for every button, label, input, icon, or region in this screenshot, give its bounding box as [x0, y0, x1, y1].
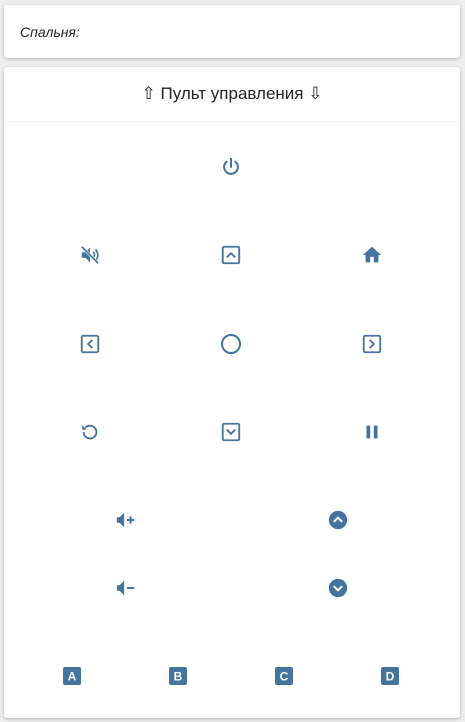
letter-a-box-icon: A — [63, 667, 81, 685]
channel-up-button[interactable] — [318, 500, 358, 540]
button-c[interactable]: C — [264, 656, 304, 696]
replay-icon — [82, 424, 98, 440]
letter-a: A — [68, 670, 77, 684]
power-button[interactable] — [211, 147, 251, 187]
volume-minus-icon — [116, 580, 135, 596]
volume-down-button[interactable] — [106, 568, 146, 608]
remote-card: ⇧ Пульт управления ⇩ A B C D — [4, 67, 460, 718]
button-b[interactable]: B — [158, 656, 198, 696]
mute-button[interactable] — [70, 235, 110, 275]
chevron-left-box-icon — [80, 334, 100, 354]
pause-button[interactable] — [352, 412, 392, 452]
home-icon — [362, 246, 382, 263]
ok-button[interactable] — [211, 324, 251, 364]
up-button[interactable] — [211, 235, 251, 275]
chevron-up-circle-icon — [328, 510, 348, 530]
chevron-right-box-icon — [362, 334, 382, 354]
letter-d-box-icon: D — [381, 667, 399, 685]
chevron-down-box-icon — [221, 422, 241, 442]
volume-up-button[interactable] — [106, 500, 146, 540]
letter-c-box-icon: C — [275, 667, 293, 685]
room-label: Спальня: — [20, 24, 80, 40]
letter-d: D — [386, 670, 395, 684]
chevron-up-box-icon — [221, 245, 241, 265]
home-button[interactable] — [352, 235, 392, 275]
power-icon — [223, 157, 239, 175]
channel-down-button[interactable] — [318, 568, 358, 608]
room-card: Спальня: — [4, 5, 460, 58]
circle-outline-icon — [221, 334, 241, 354]
left-button[interactable] — [70, 324, 110, 364]
right-button[interactable] — [352, 324, 392, 364]
replay-button[interactable] — [70, 412, 110, 452]
letter-b: B — [174, 670, 183, 684]
pause-icon — [366, 425, 378, 439]
button-a[interactable]: A — [52, 656, 92, 696]
volume-plus-icon — [116, 512, 135, 528]
divider — [4, 121, 460, 122]
letter-c: C — [280, 670, 289, 684]
volume-off-icon — [80, 245, 100, 265]
down-button[interactable] — [211, 412, 251, 452]
letter-b-box-icon: B — [169, 667, 187, 685]
button-d[interactable]: D — [370, 656, 410, 696]
remote-title: ⇧ Пульт управления ⇩ — [141, 84, 323, 103]
chevron-down-circle-icon — [328, 578, 348, 598]
